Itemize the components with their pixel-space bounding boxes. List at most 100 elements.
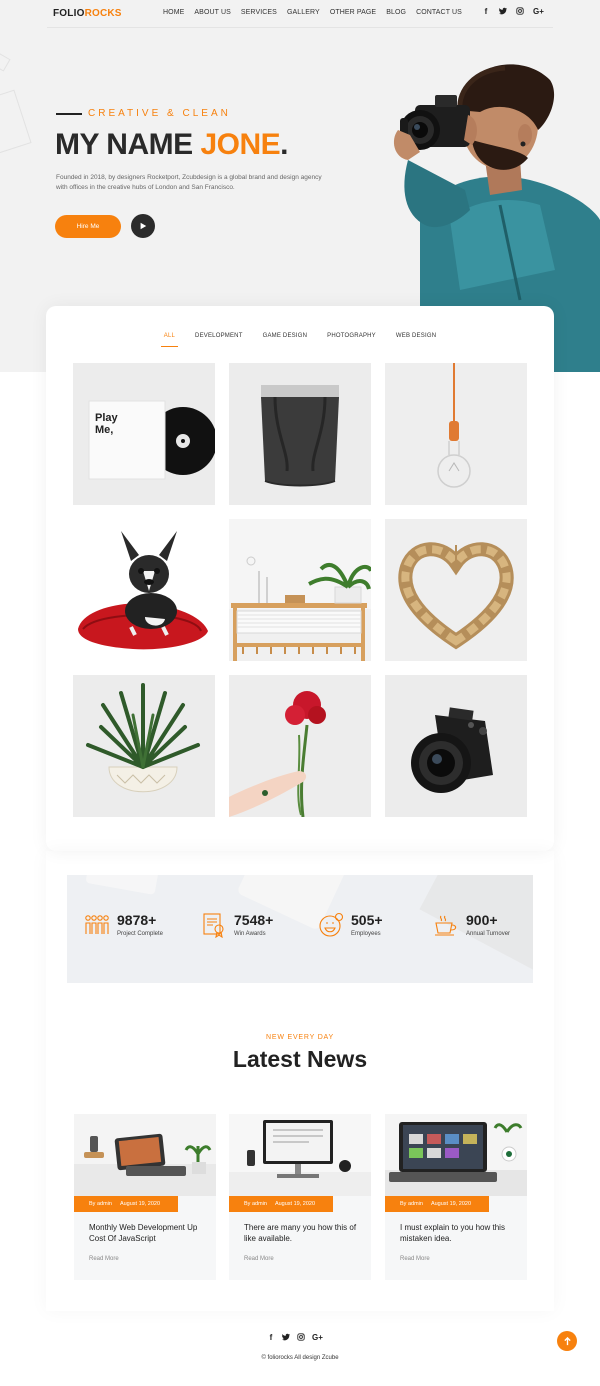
- stat-value: 7548+: [234, 912, 274, 928]
- stat-label: Project Complete: [117, 931, 164, 937]
- stat-label: Employees: [351, 931, 381, 937]
- site-logo[interactable]: FOLIOROCKS: [53, 8, 122, 19]
- filter-game-design[interactable]: GAME DESIGN: [263, 333, 308, 347]
- arrow-up-icon: [563, 1336, 571, 1345]
- google-plus-icon[interactable]: G+: [312, 1333, 323, 1343]
- french-bulldog-image: [73, 519, 215, 661]
- smile-icon: [319, 912, 344, 937]
- news-author: By admin: [400, 1201, 423, 1207]
- camera-image: [385, 675, 527, 817]
- stat-label: Annual Turnover: [466, 931, 511, 937]
- filter-photography[interactable]: PHOTOGRAPHY: [327, 333, 376, 347]
- portfolio-item-camera[interactable]: [385, 675, 527, 817]
- headline-suffix: .: [280, 128, 289, 161]
- filter-web-design[interactable]: WEB DESIGN: [396, 333, 436, 347]
- copyright-text: © foliorocks All design Zcube: [261, 1355, 339, 1361]
- news-card[interactable]: By admin August 19, 2020 I must explain t…: [385, 1114, 527, 1280]
- header-social-links: f G+: [482, 7, 544, 17]
- menu-item-home[interactable]: HOME: [163, 9, 184, 16]
- news-date: August 19, 2020: [430, 1201, 471, 1207]
- news-meta: By admin August 19, 2020: [229, 1196, 333, 1212]
- news-meta: By admin August 19, 2020: [385, 1196, 489, 1212]
- menu-item-gallery[interactable]: GALLERY: [287, 9, 320, 16]
- portfolio-item-cd-album[interactable]: Play Me,: [73, 363, 215, 505]
- portfolio-item-bag[interactable]: [229, 363, 371, 505]
- news-image: [229, 1114, 371, 1196]
- news-headline[interactable]: Monthly Web Development Up Cost Of JavaS…: [89, 1223, 207, 1244]
- filter-all[interactable]: ALL: [160, 333, 179, 347]
- headline-name: JONE: [200, 128, 281, 161]
- menu-item-contact[interactable]: CONTACT US: [416, 9, 462, 16]
- portfolio-item-dog[interactable]: [73, 519, 215, 661]
- hero-headline: MY NAME JONE.: [55, 128, 289, 162]
- portfolio-item-succulent[interactable]: [73, 675, 215, 817]
- stat-turnover: 900+ Annual Turnover: [433, 912, 510, 938]
- stat-label: Win Awards: [234, 931, 266, 937]
- stat-employees: 505+ Employees: [318, 912, 383, 938]
- top-navbar: FOLIOROCKS HOME ABOUT US SERVICES GALLER…: [47, 0, 553, 28]
- play-icon: [140, 222, 147, 230]
- instagram-icon[interactable]: [297, 1333, 305, 1343]
- stat-awards: 7548+ Win Awards: [201, 912, 273, 938]
- certificate-icon: [203, 913, 224, 938]
- red-carnation-image: [229, 675, 371, 817]
- scroll-to-top-button[interactable]: [557, 1331, 577, 1351]
- news-card[interactable]: By admin August 19, 2020 There are many y…: [229, 1114, 371, 1280]
- news-headline[interactable]: I must explain to you how this mistaken …: [400, 1223, 518, 1244]
- portfolio-item-shelf[interactable]: [229, 519, 371, 661]
- people-icon: [85, 915, 109, 934]
- pendant-bulb-image: [385, 363, 527, 505]
- decor-shape: [0, 52, 11, 72]
- news-title: Latest News: [232, 1046, 368, 1072]
- read-more-link[interactable]: Read More: [89, 1256, 119, 1262]
- menu-item-about[interactable]: ABOUT US: [194, 9, 230, 16]
- decor-shape: [0, 89, 32, 157]
- news-meta: By admin August 19, 2020: [74, 1196, 178, 1212]
- read-more-link[interactable]: Read More: [244, 1256, 274, 1262]
- news-card[interactable]: By admin August 19, 2020 Monthly Web Deve…: [74, 1114, 216, 1280]
- menu-item-other-page[interactable]: OTHER PAGE: [330, 9, 376, 16]
- stat-projects: 9878+ Project Complete: [84, 912, 163, 938]
- news-image: [74, 1114, 216, 1196]
- news-headline[interactable]: There are many you how this of like avai…: [244, 1223, 362, 1244]
- portfolio-card: ALL DEVELOPMENT GAME DESIGN PHOTOGRAPHY …: [46, 306, 554, 851]
- hero-tagline: CREATIVE & CLEAN: [56, 108, 231, 119]
- tablet-desk-image: [74, 1114, 216, 1196]
- potted-succulent-image: [73, 675, 215, 817]
- facebook-icon[interactable]: f: [267, 1333, 275, 1343]
- logo-text: FOLIO: [53, 8, 85, 19]
- play-video-button[interactable]: [131, 214, 155, 238]
- twitter-icon[interactable]: [499, 7, 507, 17]
- plant-shelf-image: [229, 519, 371, 661]
- news-subtitle: NEW EVERY DAY: [266, 1034, 334, 1041]
- portfolio-grid: Play Me,: [73, 363, 527, 817]
- stats-section: 9878+ Project Complete 7548+ Win Awards: [67, 875, 533, 983]
- news-author: By admin: [244, 1201, 267, 1207]
- portfolio-item-bulb[interactable]: [385, 363, 527, 505]
- instagram-icon[interactable]: [516, 7, 524, 17]
- stat-value: 9878+: [117, 912, 157, 928]
- portfolio-item-heart[interactable]: [385, 519, 527, 661]
- svg-text:Play: Play: [95, 412, 119, 424]
- facebook-icon[interactable]: f: [482, 7, 490, 17]
- stat-value: 900+: [466, 912, 498, 928]
- read-more-link[interactable]: Read More: [400, 1256, 430, 1262]
- monitor-desk-image: [229, 1114, 371, 1196]
- twitter-icon[interactable]: [282, 1333, 290, 1343]
- cd-album-image: Play Me,: [73, 363, 215, 505]
- tagline-divider: [56, 112, 82, 115]
- menu-item-blog[interactable]: BLOG: [386, 9, 406, 16]
- coffee-icon: [435, 915, 457, 936]
- portfolio-item-carnation[interactable]: [229, 675, 371, 817]
- svg-text:Me,: Me,: [95, 424, 113, 436]
- filter-development[interactable]: DEVELOPMENT: [195, 333, 243, 347]
- main-menu: HOME ABOUT US SERVICES GALLERY OTHER PAG…: [163, 9, 472, 16]
- menu-item-services[interactable]: SERVICES: [241, 9, 277, 16]
- hire-me-button[interactable]: Hire Me: [55, 215, 121, 238]
- logo-accent-text: ROCKS: [84, 8, 122, 19]
- stat-value: 505+: [351, 912, 383, 928]
- laptop-desk-image: [385, 1114, 527, 1196]
- wooden-heart-image: [385, 519, 527, 661]
- news-author: By admin: [89, 1201, 112, 1207]
- google-plus-icon[interactable]: G+: [533, 7, 544, 17]
